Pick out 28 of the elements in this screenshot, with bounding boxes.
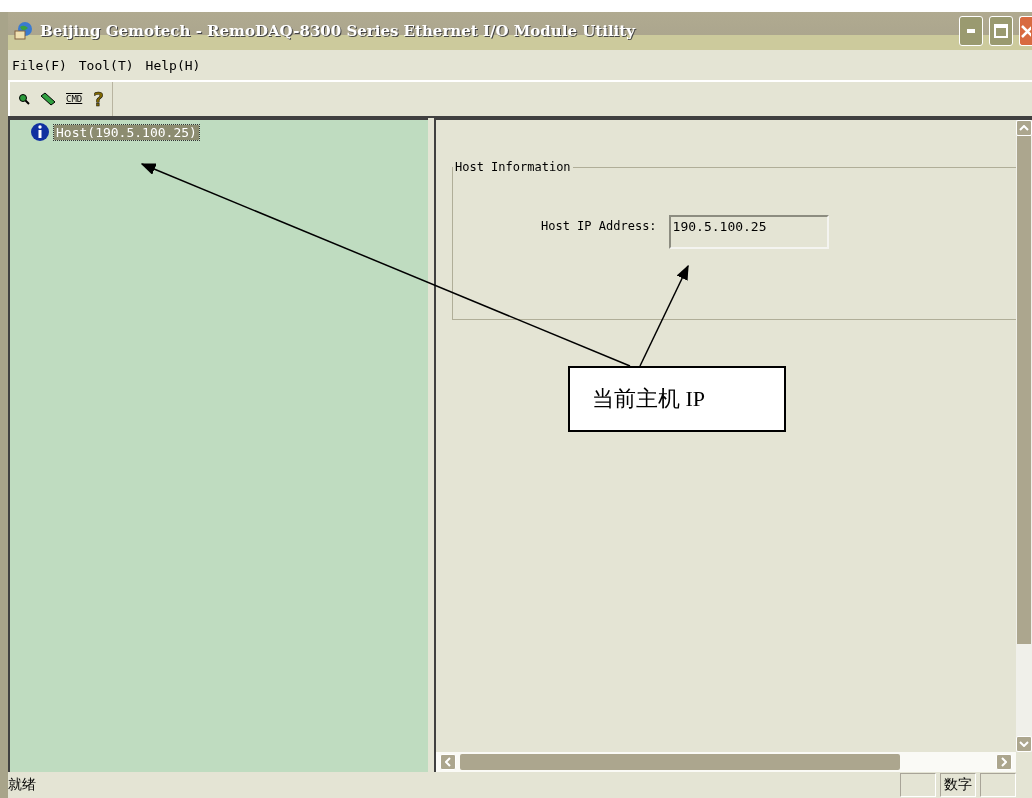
callout-label: 当前主机 IP <box>568 366 786 432</box>
vertical-scrollbar[interactable] <box>1016 120 1032 752</box>
status-indicator: 数字 <box>940 773 976 797</box>
info-icon <box>30 122 50 142</box>
cmd-button[interactable]: CMD <box>66 94 83 104</box>
minimize-button[interactable] <box>959 16 983 46</box>
minimize-icon <box>967 29 975 33</box>
menu-item[interactable]: Tool(T) <box>78 57 134 73</box>
pen-icon <box>40 92 56 106</box>
ip-address-field[interactable]: 190.5.100.25 <box>668 214 829 249</box>
group-title: Host Information <box>454 160 572 174</box>
menu-item[interactable]: File(F) <box>12 57 67 73</box>
maximize-icon <box>994 24 1008 38</box>
horizontal-scrollbar[interactable] <box>436 752 1016 772</box>
menu-item[interactable]: Help(H) <box>145 57 201 73</box>
close-icon <box>1021 24 1031 38</box>
status-pane <box>980 773 1016 797</box>
status-message: 就绪 <box>8 776 37 794</box>
field-label: Host IP Address: <box>541 217 657 233</box>
globe-icon <box>14 21 34 41</box>
help-button[interactable]: ? <box>92 87 105 111</box>
pen-button[interactable] <box>40 92 56 106</box>
search-button[interactable] <box>18 93 30 105</box>
maximize-button[interactable] <box>989 16 1013 46</box>
close-button[interactable] <box>1019 16 1032 46</box>
window-title: Beijing Gemotech - RemoDAQ-8300 Series Ethernet I/O Module Utility <box>40 22 637 40</box>
status-pane <box>900 773 936 797</box>
search-icon <box>18 93 30 105</box>
